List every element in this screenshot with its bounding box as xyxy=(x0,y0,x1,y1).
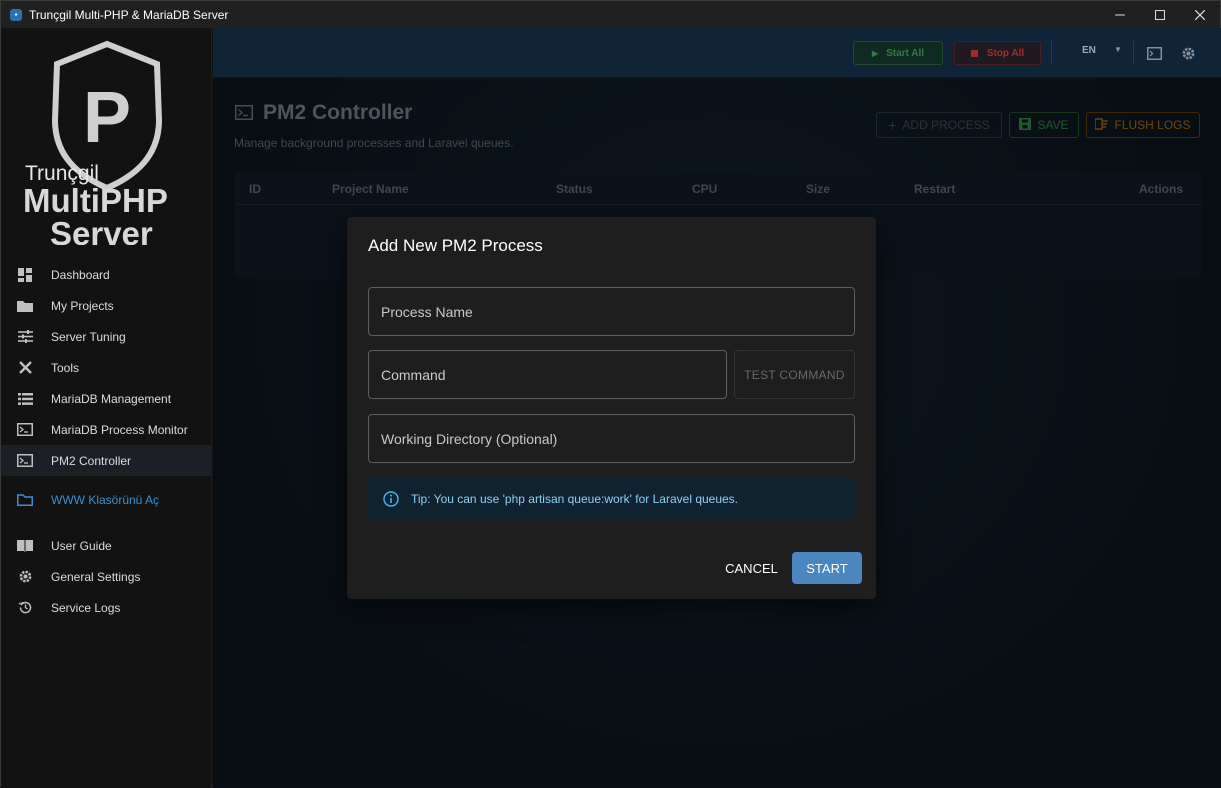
maximize-icon[interactable] xyxy=(1140,1,1180,28)
sidebar-item-mariadb-management[interactable]: MariaDB Management xyxy=(1,383,212,414)
sidebar-item-label: MariaDB Management xyxy=(51,391,172,406)
sidebar-item-label: My Projects xyxy=(51,298,114,313)
sidebar-item-label: MariaDB Process Monitor xyxy=(51,422,188,437)
info-icon xyxy=(383,490,399,507)
chevron-down-icon[interactable]: ▼ xyxy=(1114,45,1122,54)
working-directory-field[interactable]: Working Directory (Optional) xyxy=(368,414,855,463)
window-controls xyxy=(1100,1,1220,28)
title-bar: ▪ Trunçgil Multi-PHP & MariaDB Server xyxy=(1,1,1220,28)
dialog-title: Add New PM2 Process xyxy=(368,236,543,255)
sidebar-item-label: Tools xyxy=(51,360,80,375)
sidebar-item-tools[interactable]: Tools xyxy=(1,352,212,383)
sidebar-item-label: PM2 Controller xyxy=(51,453,132,468)
sidebar-item-label: WWW Klasörünü Aç xyxy=(51,492,160,507)
language-select[interactable]: EN xyxy=(1082,45,1096,56)
app-window: ▪ Trunçgil Multi-PHP & MariaDB Server P … xyxy=(0,0,1221,788)
history-icon xyxy=(16,599,34,617)
sidebar-item-my-projects[interactable]: My Projects xyxy=(1,290,212,321)
test-command-button[interactable]: TEST COMMAND xyxy=(734,350,855,399)
close-icon[interactable] xyxy=(1180,1,1220,28)
window-title: Trunçgil Multi-PHP & MariaDB Server xyxy=(29,7,229,22)
sidebar-item-label: Service Logs xyxy=(51,600,121,615)
header-divider xyxy=(1051,41,1052,65)
app-logo: P Trunçgil MultiPHP Server xyxy=(19,40,194,252)
stop-icon xyxy=(970,49,978,57)
sidebar-item-pm2-controller[interactable]: PM2 Controller xyxy=(1,445,212,476)
sidebar: P Trunçgil MultiPHP Server Dashboard My … xyxy=(1,28,212,788)
tools-icon xyxy=(16,359,34,377)
add-process-dialog: Add New PM2 Process Process Name Command… xyxy=(347,217,876,599)
gear-icon xyxy=(16,568,34,586)
terminal-icon xyxy=(16,421,34,439)
tip-text: Tip: You can use 'php artisan queue:work… xyxy=(411,491,739,506)
app-icon: ▪ xyxy=(10,8,22,21)
minimize-icon[interactable] xyxy=(1100,1,1140,28)
sidebar-item-server-tuning[interactable]: Server Tuning xyxy=(1,321,212,352)
sidebar-item-label: Server Tuning xyxy=(51,329,126,344)
logo-product: MultiPHP xyxy=(23,182,168,219)
logo-suffix: Server xyxy=(50,215,153,245)
header-divider xyxy=(1133,41,1134,65)
sidebar-item-mariadb-process-monitor[interactable]: MariaDB Process Monitor xyxy=(1,414,212,445)
sidebar-item-general-settings[interactable]: General Settings xyxy=(1,561,212,592)
dashboard-icon xyxy=(16,266,34,284)
top-header: ▶ Start All Stop All EN ▼ xyxy=(213,28,1221,78)
process-name-field[interactable]: Process Name xyxy=(368,287,855,336)
sidebar-item-user-guide[interactable]: User Guide xyxy=(1,530,212,561)
sidebar-item-service-logs[interactable]: Service Logs xyxy=(1,592,212,623)
play-icon: ▶ xyxy=(871,48,879,58)
tip-alert: Tip: You can use 'php artisan queue:work… xyxy=(368,477,855,520)
sidebar-item-www-folder[interactable]: WWW Klasörünü Aç xyxy=(1,484,212,515)
working-directory-label: Working Directory (Optional) xyxy=(381,430,558,447)
folder-open-icon xyxy=(16,491,34,509)
stop-all-button[interactable]: Stop All xyxy=(954,41,1041,65)
command-field[interactable]: Command xyxy=(368,350,727,399)
cancel-button[interactable]: CANCEL xyxy=(719,553,784,583)
start-all-button[interactable]: ▶ Start All xyxy=(853,41,943,65)
gear-icon[interactable] xyxy=(1179,44,1197,62)
command-label: Command xyxy=(381,366,446,383)
logo-letter: P xyxy=(83,78,131,158)
tune-icon xyxy=(16,328,34,346)
sidebar-item-label: Dashboard xyxy=(51,267,110,282)
start-button[interactable]: START xyxy=(792,552,862,584)
process-name-label: Process Name xyxy=(381,303,473,320)
terminal-icon xyxy=(16,452,34,470)
book-icon xyxy=(16,537,34,555)
list-icon xyxy=(16,390,34,408)
sidebar-item-label: General Settings xyxy=(51,569,141,584)
folder-icon xyxy=(16,297,34,315)
sidebar-item-label: User Guide xyxy=(51,538,112,553)
sidebar-item-dashboard[interactable]: Dashboard xyxy=(1,259,212,290)
terminal-icon[interactable] xyxy=(1145,44,1163,62)
